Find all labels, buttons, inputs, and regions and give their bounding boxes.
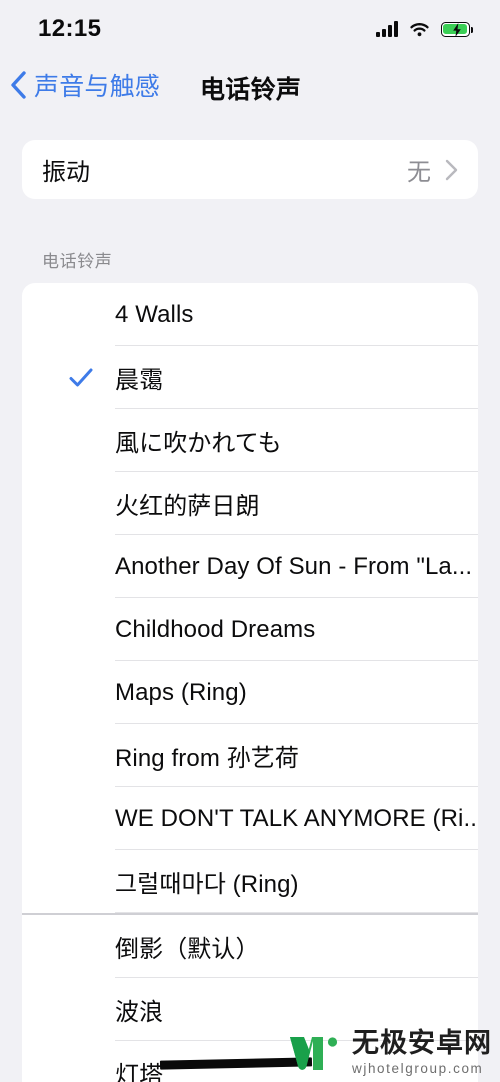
ringtone-row[interactable]: Childhood Dreams: [22, 598, 478, 661]
ringtone-row[interactable]: 晨霭: [22, 346, 478, 409]
ringtone-row[interactable]: WE DON'T TALK ANYMORE (Ri...: [22, 787, 478, 850]
vibration-card: 振动 无: [22, 140, 478, 199]
phone-screen: 12:15 声音与触感 电话铃声 振动 无 电话铃声 4 Walls 晨霭 風に…: [0, 0, 500, 1082]
status-time: 12:15: [38, 15, 102, 42]
ringtone-row[interactable]: 그럴때마다 (Ring): [22, 850, 478, 913]
back-button-label: 声音与触感: [34, 73, 161, 101]
w-logo-icon: [290, 1037, 338, 1070]
battery-charging-icon: [441, 21, 473, 37]
ringtone-list-card: 4 Walls 晨霭風に吹かれても 火红的萨日朗 Another Day Of Sun…: [22, 283, 478, 1082]
ringtone-label: Childhood Dreams: [115, 615, 316, 643]
ringtone-row[interactable]: 風に吹かれても: [22, 409, 478, 472]
ringtone-label: Another Day Of Sun - From "La...: [115, 552, 473, 580]
ringtone-label: 晨霭: [115, 367, 164, 394]
ringtone-label: 火红的萨日朗: [115, 493, 260, 520]
ringtone-label: WE DON'T TALK ANYMORE (Ri...: [115, 804, 478, 832]
ringtone-row[interactable]: Ring from 孙艺荷: [22, 724, 478, 787]
ringtone-label: 4 Walls: [115, 300, 194, 328]
ringtone-row[interactable]: 倒影（默认）: [22, 915, 478, 978]
navigation-bar: 声音与触感 电话铃声: [0, 58, 500, 120]
watermark-url: wjhotelgroup.com: [352, 1061, 484, 1077]
checkmark-icon: [69, 368, 93, 386]
ringtone-label: 倒影（默认）: [115, 936, 260, 963]
vibration-row[interactable]: 振动 无: [22, 140, 478, 199]
ringtone-row[interactable]: 4 Walls: [22, 283, 478, 346]
status-bar: 12:15: [0, 0, 500, 58]
vibration-label: 振动: [42, 159, 90, 186]
ringtone-label: 그럴때마다 (Ring): [115, 871, 299, 898]
ringtone-label: Ring from 孙艺荷: [115, 745, 299, 772]
cellular-signal-icon: [376, 21, 398, 37]
vibration-value: 无: [407, 159, 431, 186]
status-indicators: [376, 21, 473, 37]
wifi-icon: [409, 21, 430, 37]
back-button[interactable]: 声音与触感: [10, 64, 160, 106]
ringtone-row[interactable]: 火红的萨日朗: [22, 472, 478, 535]
ringtone-row[interactable]: Maps (Ring): [22, 661, 478, 724]
ringtone-label: 風に吹かれても: [115, 430, 282, 457]
ringtone-label: Maps (Ring): [115, 678, 247, 706]
watermark: 无极安卓网 wjhotelgroup.com: [285, 1030, 492, 1076]
section-header-ringtones: 电话铃声: [42, 252, 113, 271]
watermark-title: 无极安卓网: [352, 1028, 492, 1059]
ringtone-row[interactable]: Another Day Of Sun - From "La...: [22, 535, 478, 598]
ringtone-label: 波浪: [115, 999, 164, 1026]
chevron-right-icon: [445, 159, 458, 180]
ringtone-label: 灯塔: [115, 1062, 164, 1082]
page-title: 电话铃声: [200, 76, 302, 104]
chevron-left-icon: [11, 71, 26, 99]
